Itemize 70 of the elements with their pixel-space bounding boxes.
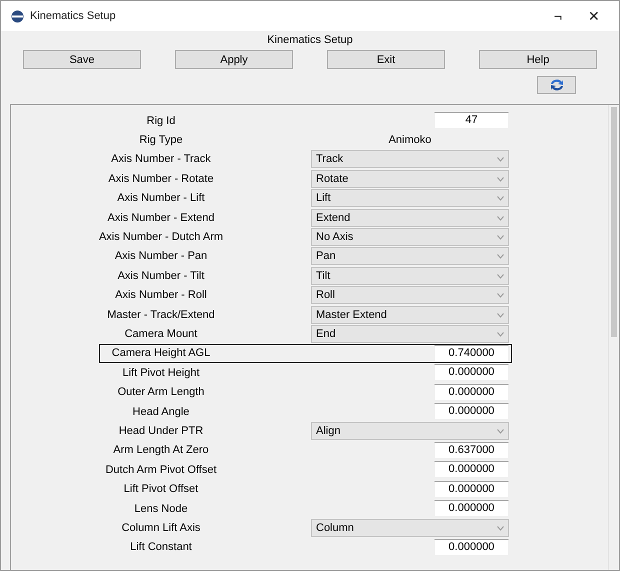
dropdown[interactable]: Align — [311, 422, 509, 440]
field-label: Axis Number - Pan — [114, 250, 208, 262]
field-label: Axis Number - Dutch Arm — [98, 231, 224, 244]
dropdown[interactable]: Roll — [311, 286, 509, 304]
caret-icon — [497, 428, 504, 434]
field-label: Axis Number - Rotate — [108, 172, 214, 185]
value-text: Animoko — [388, 134, 432, 146]
window-title: Kinematics Setup — [30, 10, 117, 22]
field-label: Rig Type — [139, 134, 183, 146]
input-field[interactable]: 0.000000 — [434, 538, 509, 556]
caret-icon — [497, 176, 504, 182]
refresh-button[interactable] — [537, 76, 576, 94]
scroll-bar[interactable] — [608, 105, 619, 570]
input-field[interactable]: 47 — [434, 112, 509, 130]
refresh-icon — [548, 78, 564, 92]
dropdown[interactable]: No Axis — [311, 228, 509, 246]
exit-button[interactable]: Exit — [327, 50, 445, 69]
dropdown[interactable]: End — [311, 324, 509, 343]
maximize-button[interactable]: ¬ — [543, 8, 573, 24]
field-label: Lift Pivot Offset — [124, 483, 198, 496]
apply-button[interactable]: Apply — [175, 50, 293, 69]
field-label: Axis Number - Lift — [117, 192, 205, 204]
caret-icon — [497, 274, 504, 279]
field-label: Head Under PTR — [118, 424, 204, 437]
dropdown[interactable]: Master Extend — [311, 306, 509, 324]
field-label: Lens Node — [134, 502, 188, 514]
close-button[interactable]: ✕ — [579, 8, 609, 24]
save-button[interactable]: Save — [23, 50, 141, 69]
input-field[interactable]: 0.000000 — [434, 480, 509, 498]
field-label: Lift Pivot Height — [122, 366, 200, 379]
caret-icon — [497, 312, 504, 318]
caret-icon — [497, 235, 504, 240]
field-label: Lift Constant — [130, 541, 192, 554]
field-label: Axis Number - Roll — [115, 289, 207, 302]
page-heading: Kinematics Setup — [266, 33, 354, 48]
caret-icon — [497, 332, 504, 337]
input-field[interactable]: 0.000000 — [434, 461, 509, 478]
input-field[interactable]: 0.740000 — [434, 344, 509, 362]
field-label: Head Angle — [132, 406, 190, 418]
field-label: Camera Mount — [124, 328, 198, 340]
dropdown[interactable]: Extend — [311, 208, 509, 227]
field-label: Column Lift Axis — [122, 522, 200, 534]
dropdown[interactable]: Rotate — [311, 170, 509, 188]
field-label: Axis Number - Extend — [108, 212, 214, 224]
input-field[interactable]: 0.000000 — [434, 384, 509, 401]
input-field[interactable]: 0.000000 — [434, 364, 509, 382]
input-field[interactable]: 0.637000 — [434, 442, 509, 459]
input-field[interactable]: 0.000000 — [434, 403, 509, 420]
caret-icon — [497, 196, 504, 202]
field-label: Master - Track/Extend — [107, 308, 215, 321]
dropdown[interactable]: Track — [311, 150, 509, 168]
caret-icon — [497, 254, 504, 260]
help-button[interactable]: Help — [479, 50, 597, 69]
app-logo-icon — [11, 10, 24, 22]
caret-icon — [497, 216, 504, 221]
field-label: Axis Number - Track — [111, 153, 211, 166]
field-label: Outer Arm Length — [118, 386, 204, 398]
field-label: Rig Id — [146, 114, 176, 127]
dropdown[interactable]: Tilt — [311, 266, 509, 285]
field-label: Dutch Arm Pivot Offset — [105, 464, 217, 476]
input-field[interactable]: 0.000000 — [434, 500, 509, 517]
field-label: Camera Height AGL — [112, 347, 210, 360]
caret-icon — [497, 293, 504, 298]
dropdown[interactable]: Lift — [311, 189, 509, 208]
caret-icon — [497, 526, 504, 531]
caret-icon — [497, 157, 504, 162]
field-label: Arm Length At Zero — [113, 444, 209, 456]
dropdown[interactable]: Column — [311, 518, 509, 537]
dropdown[interactable]: Pan — [311, 247, 509, 266]
field-label: Axis Number - Tilt — [118, 270, 204, 282]
